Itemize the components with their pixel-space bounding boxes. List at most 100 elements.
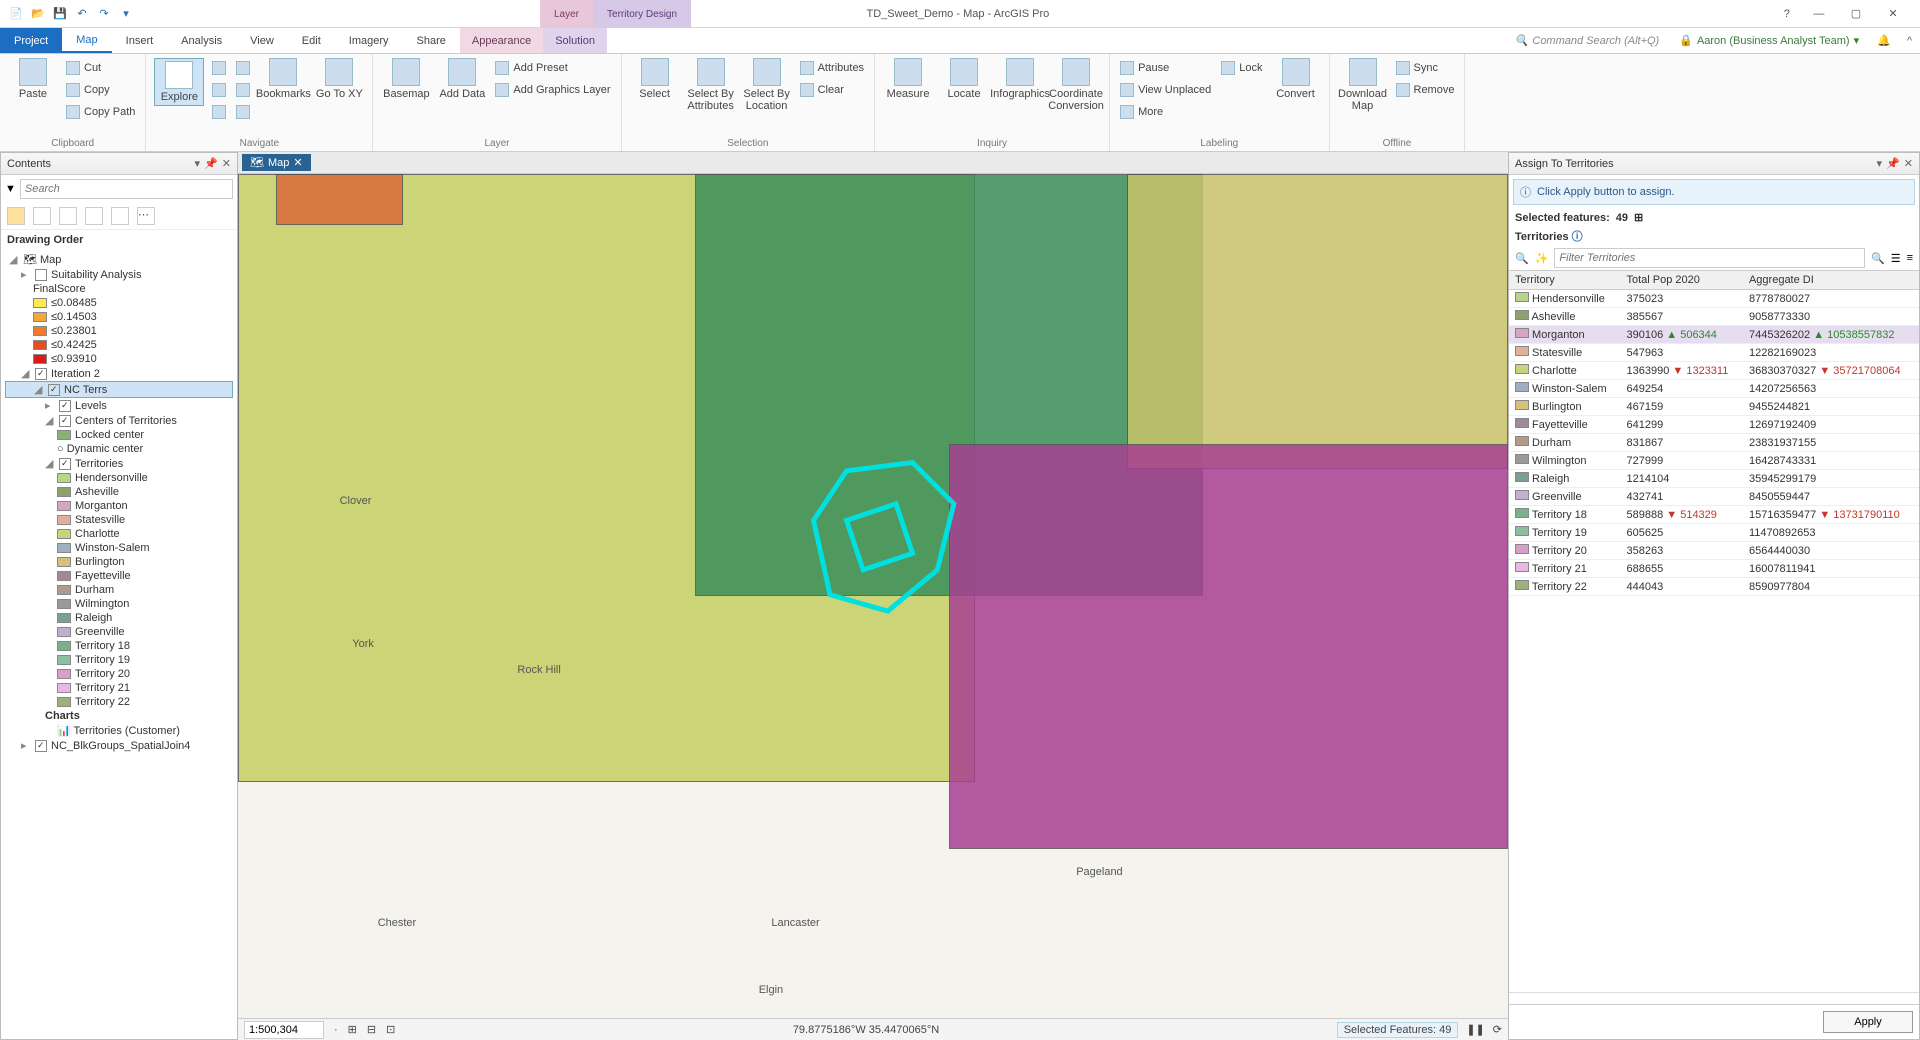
notifications-icon[interactable]: 🔔 (1869, 28, 1899, 53)
filter-territories-input[interactable] (1554, 248, 1865, 268)
contents-dock-icon[interactable]: ▾ (195, 157, 201, 170)
bookmarks-button[interactable]: Bookmarks (258, 58, 308, 100)
list-by-selection-icon[interactable] (59, 207, 77, 225)
contents-search-input[interactable] (20, 179, 233, 199)
qat-customize-icon[interactable]: ▾ (118, 6, 134, 22)
label-pause-button[interactable]: Pause (1118, 58, 1213, 78)
contents-pin-icon[interactable]: 📌 (204, 157, 218, 170)
help-icon[interactable]: ? (1784, 8, 1790, 20)
map-view-tab[interactable]: 🗺 Map ✕ (242, 154, 311, 171)
add-preset-button[interactable]: Add Preset (493, 58, 612, 78)
label-view-unplaced-button[interactable]: View Unplaced (1118, 80, 1213, 100)
maximize-button[interactable]: ▢ (1839, 0, 1873, 27)
basemap-button[interactable]: Basemap (381, 58, 431, 100)
nav-zoom-to-sel[interactable] (234, 58, 252, 78)
list-by-drawing-order-icon[interactable] (7, 207, 25, 225)
copy-path-button[interactable]: Copy Path (64, 102, 137, 122)
toc-item[interactable]: Charts (5, 709, 233, 723)
tab-project[interactable]: Project (0, 28, 62, 53)
toc-item[interactable]: ≤0.93910 (5, 352, 233, 366)
user-account[interactable]: 🔒 Aaron (Business Analyst Team) ▾ (1669, 28, 1869, 53)
toc-item[interactable]: ≤0.42425 (5, 338, 233, 352)
toc-item[interactable]: Burlington (5, 555, 233, 569)
map-tab-close-icon[interactable]: ✕ (293, 156, 302, 169)
toc-item[interactable]: Territory 19 (5, 653, 233, 667)
locate-button[interactable]: Locate (939, 58, 989, 100)
territory-row[interactable]: Statesville54796312282169023 (1509, 344, 1919, 362)
coordinate-conversion-button[interactable]: Coordinate Conversion (1051, 58, 1101, 112)
filter-menu-icon[interactable]: ☰ (1891, 252, 1901, 265)
attributes-button[interactable]: Attributes (798, 58, 866, 78)
scale-picker-icon[interactable]: · (334, 1024, 338, 1036)
territory-row[interactable]: Charlotte1363990 ▼ 132331136830370327 ▼ … (1509, 362, 1919, 380)
select-button[interactable]: Select (630, 58, 680, 100)
toc-item[interactable]: Locked center (5, 428, 233, 442)
paste-button[interactable]: Paste (8, 58, 58, 100)
toc-item[interactable]: ◢ Centers of Territories (5, 413, 233, 428)
toc-item[interactable]: ≤0.14503 (5, 310, 233, 324)
options-icon[interactable]: ≡ (1907, 252, 1913, 264)
list-by-snapping-icon[interactable] (111, 207, 129, 225)
infographics-button[interactable]: Infographics (995, 58, 1045, 100)
toc-item[interactable]: ◢ NC Terrs (5, 381, 233, 398)
territories-table[interactable]: Territory Total Pop 2020 Aggregate DI He… (1509, 271, 1919, 596)
col-aggregate-di[interactable]: Aggregate DI (1743, 271, 1919, 290)
territory-row[interactable]: Winston-Salem64925414207256563 (1509, 380, 1919, 398)
tab-insert[interactable]: Insert (112, 28, 168, 53)
contents-close-icon[interactable]: ✕ (222, 157, 231, 170)
ribbon-collapse-icon[interactable]: ^ (1899, 28, 1920, 53)
territory-row[interactable]: Durham83186723831937155 (1509, 434, 1919, 452)
copy-button[interactable]: Copy (64, 80, 137, 100)
qat-redo-icon[interactable]: ↷ (96, 6, 112, 22)
qat-save-icon[interactable]: 💾 (52, 6, 68, 22)
map-view[interactable]: Clover York Rock Hill Lancaster Chester … (238, 174, 1508, 1018)
territories-info-icon[interactable]: ⓘ (1572, 231, 1583, 243)
col-territory[interactable]: Territory (1509, 271, 1621, 290)
label-lock-button[interactable]: Lock (1219, 58, 1264, 78)
toc-item[interactable]: Hendersonville (5, 471, 233, 485)
toc-item[interactable]: FinalScore (5, 282, 233, 296)
zoom-to-icon[interactable]: 🔍 (1515, 252, 1529, 265)
list-by-source-icon[interactable] (33, 207, 51, 225)
toc-item[interactable]: ▸ Levels (5, 398, 233, 413)
sync-button[interactable]: Sync (1394, 58, 1457, 78)
add-graphics-layer-button[interactable]: Add Graphics Layer (493, 80, 612, 100)
nav-full-extent[interactable] (210, 58, 228, 78)
toc-item[interactable]: Winston-Salem (5, 541, 233, 555)
download-map-button[interactable]: Download Map (1338, 58, 1388, 112)
status-tool2-icon[interactable]: ⊟ (367, 1023, 376, 1036)
status-tool3-icon[interactable]: ⊡ (386, 1023, 395, 1036)
toc-item[interactable]: Territory 21 (5, 681, 233, 695)
select-by-location-button[interactable]: Select By Location (742, 58, 792, 112)
flash-icon[interactable]: ✨ (1535, 252, 1549, 265)
assign-dock-icon[interactable]: ▾ (1877, 157, 1883, 170)
status-tool1-icon[interactable]: ⊞ (348, 1023, 357, 1036)
territory-row[interactable]: Wilmington72799916428743331 (1509, 452, 1919, 470)
remove-offline-button[interactable]: Remove (1394, 80, 1457, 100)
toc-item[interactable]: Territory 22 (5, 695, 233, 709)
list-by-editing-icon[interactable] (85, 207, 103, 225)
tab-share[interactable]: Share (403, 28, 460, 53)
show-table-icon[interactable]: ⊞ (1634, 211, 1643, 224)
nav-fixed-zoom-out[interactable] (234, 80, 252, 100)
measure-button[interactable]: Measure (883, 58, 933, 100)
qat-undo-icon[interactable]: ↶ (74, 6, 90, 22)
toc-item[interactable]: ▸ Suitability Analysis (5, 267, 233, 282)
territory-row[interactable]: Burlington4671599455244821 (1509, 398, 1919, 416)
qat-new-project-icon[interactable]: 📄 (8, 6, 24, 22)
status-pause-icon[interactable]: ❚❚ (1466, 1023, 1484, 1036)
toc-item[interactable]: Fayetteville (5, 569, 233, 583)
nav-prev-extent[interactable] (210, 102, 228, 122)
toc-item[interactable]: ◢ Territories (5, 456, 233, 471)
tab-map[interactable]: Map (62, 28, 111, 53)
selected-features-chip[interactable]: Selected Features: 49 (1337, 1022, 1459, 1038)
qat-open-icon[interactable]: 📂 (30, 6, 46, 22)
toc-item[interactable]: Statesville (5, 513, 233, 527)
toc-item[interactable]: Raleigh (5, 611, 233, 625)
minimize-button[interactable]: — (1802, 0, 1836, 28)
territory-row[interactable]: Territory 1960562511470892653 (1509, 524, 1919, 542)
territory-row[interactable]: Territory 224440438590977804 (1509, 578, 1919, 596)
tab-edit[interactable]: Edit (288, 28, 335, 53)
add-data-button[interactable]: Add Data (437, 58, 487, 100)
toc-item[interactable]: ≤0.23801 (5, 324, 233, 338)
